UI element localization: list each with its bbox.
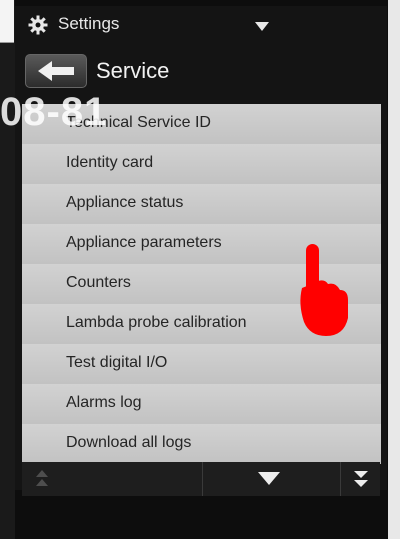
watermark-text: 08-81: [0, 90, 108, 134]
menu-item-download-all-logs[interactable]: Download all logs: [22, 424, 381, 464]
menu-item-label: Counters: [66, 274, 131, 291]
menu-item-identity-card[interactable]: Identity card: [22, 144, 381, 185]
menu-item-label: Test digital I/O: [66, 354, 168, 371]
scroll-end-button[interactable]: [341, 462, 380, 496]
device-bezel-right: [388, 0, 400, 539]
background-object: [0, 0, 14, 43]
menu-item-test-digital-io[interactable]: Test digital I/O: [22, 344, 381, 385]
menu-item-label: Download all logs: [66, 434, 192, 451]
settings-label: Settings: [58, 14, 120, 33]
menu-item-appliance-status[interactable]: Appliance status: [22, 184, 381, 225]
back-button[interactable]: [25, 54, 87, 88]
status-bar[interactable]: Settings: [18, 8, 278, 40]
hand-pointer-icon: [300, 244, 348, 336]
page-title: Service: [96, 58, 170, 83]
menu-item-label: Identity card: [66, 154, 154, 171]
menu-item-alarms-log[interactable]: Alarms log: [22, 384, 381, 425]
gear-icon: [28, 15, 48, 35]
back-arrow-icon: [38, 61, 74, 81]
menu-item-label: Appliance parameters: [66, 234, 222, 251]
double-arrow-down-icon: [354, 471, 368, 487]
chevron-down-icon[interactable]: [255, 22, 269, 31]
scroll-down-button[interactable]: [203, 462, 340, 496]
scroll-toolbar: [22, 462, 380, 496]
double-arrow-up-icon: [36, 470, 48, 486]
menu-item-label: Alarms log: [66, 394, 142, 411]
menu-item-label: Lambda probe calibration: [66, 314, 247, 331]
arrow-down-icon: [258, 472, 280, 485]
device-bezel-left: [0, 0, 15, 539]
menu-item-label: Appliance status: [66, 194, 184, 211]
